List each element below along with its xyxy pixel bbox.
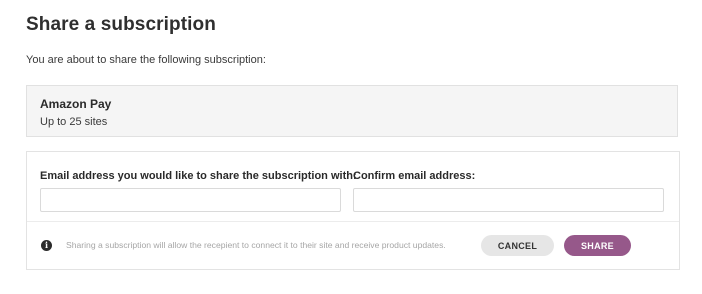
email-field-label: Email address you would like to share th… [40, 170, 357, 182]
form-divider [27, 221, 679, 222]
cancel-button[interactable]: CANCEL [481, 235, 554, 256]
subscription-card: Amazon Pay Up to 25 sites [26, 85, 678, 137]
info-icon: i [41, 240, 52, 251]
email-field[interactable] [40, 188, 341, 212]
share-notice: Sharing a subscription will allow the re… [66, 240, 446, 250]
share-button[interactable]: SHARE [564, 235, 631, 256]
confirm-email-field-label: Confirm email address: [353, 170, 476, 182]
subscription-name: Amazon Pay [40, 97, 112, 111]
email-field-group: Email address you would like to share th… [40, 170, 357, 212]
intro-text: You are about to share the following sub… [26, 54, 266, 66]
page-title: Share a subscription [26, 14, 216, 35]
confirm-email-field-group: Confirm email address: [353, 170, 664, 212]
share-form: Email address you would like to share th… [26, 151, 680, 270]
confirm-email-field[interactable] [353, 188, 664, 212]
subscription-detail: Up to 25 sites [40, 116, 108, 128]
